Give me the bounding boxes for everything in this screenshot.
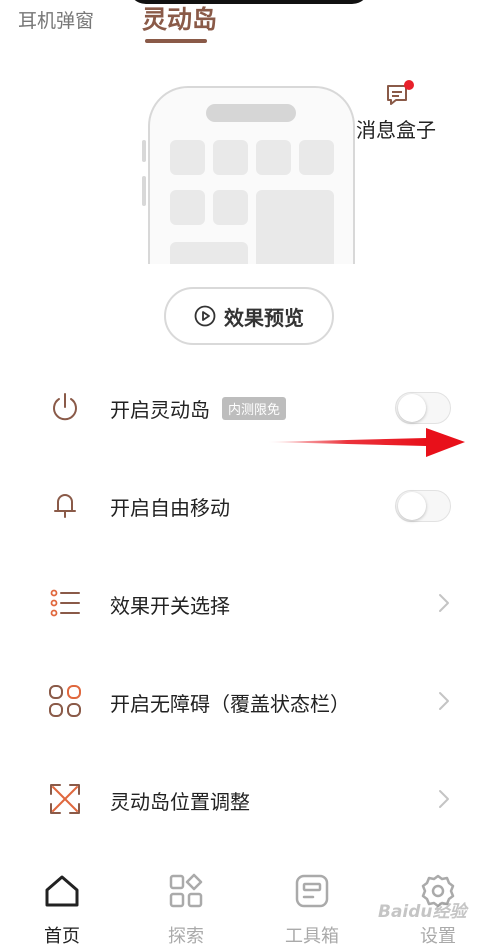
message-box-label: 消息盒子 <box>356 118 436 142</box>
setting-label: 开启无障碍（覆盖状态栏） <box>110 692 350 716</box>
widget-tile <box>170 242 248 264</box>
apps-grid-icon <box>49 685 81 717</box>
app-tile <box>213 190 248 225</box>
tab-dynamic-island[interactable]: 灵动岛 <box>142 0 217 36</box>
play-icon <box>194 305 216 327</box>
explore-icon <box>169 873 203 908</box>
phone-side-button <box>142 176 146 206</box>
nav-label: 工具箱 <box>285 926 339 947</box>
app-tile <box>170 190 205 225</box>
setting-row-effect-selection[interactable]: 效果开关选择 <box>0 568 500 638</box>
home-icon <box>45 875 79 907</box>
app-tile <box>213 140 248 175</box>
widget-tile <box>256 190 334 264</box>
chevron-right-icon <box>439 692 449 710</box>
dynamic-island-pill <box>206 104 296 122</box>
app-tile <box>256 140 291 175</box>
notification-dot <box>404 80 414 90</box>
top-tab-bar: 耳机弹窗 灵动岛 <box>0 0 500 50</box>
power-icon <box>53 393 77 421</box>
nav-label: 设置 <box>420 926 456 947</box>
nav-toolbox[interactable]: 工具箱 <box>272 870 352 947</box>
dynamic-island-toggle[interactable] <box>395 392 451 424</box>
toggle-knob <box>398 492 426 520</box>
gear-icon <box>421 874 455 908</box>
free-move-toggle[interactable] <box>395 490 451 522</box>
chevron-right-icon <box>439 790 449 808</box>
app-tile <box>299 140 334 175</box>
toolbox-icon <box>295 874 329 908</box>
setting-label: 灵动岛位置调整 <box>110 790 250 814</box>
nav-home[interactable]: 首页 <box>22 870 102 947</box>
phone-preview-illustration <box>148 86 355 264</box>
toggle-knob <box>398 394 426 422</box>
setting-label: 开启自由移动 <box>110 496 230 520</box>
message-box-button[interactable]: 消息盒子 <box>354 80 450 142</box>
effect-preview-label: 效果预览 <box>224 305 304 330</box>
tab-earphone-popup[interactable]: 耳机弹窗 <box>18 6 94 33</box>
annotation-arrow <box>268 428 465 457</box>
bottom-navigation: 首页 探索 工具箱 设置 <box>0 860 500 947</box>
chevron-right-icon <box>439 594 449 612</box>
setting-row-free-move: 开启自由移动 <box>0 470 500 540</box>
app-tile <box>170 140 205 175</box>
phone-side-button <box>142 140 146 162</box>
list-icon <box>50 589 80 617</box>
nav-explore[interactable]: 探索 <box>146 870 226 947</box>
bell-icon <box>54 494 76 518</box>
nav-label: 首页 <box>44 926 80 947</box>
setting-label: 开启灵动岛 内测限免 <box>110 394 287 423</box>
nav-label: 探索 <box>168 926 204 947</box>
expand-arrows-icon <box>50 784 80 814</box>
setting-row-accessibility[interactable]: 开启无障碍（覆盖状态栏） <box>0 666 500 736</box>
nav-settings[interactable]: 设置 <box>398 870 478 947</box>
setting-label: 效果开关选择 <box>110 594 230 618</box>
beta-free-badge: 内测限免 <box>222 397 287 420</box>
active-tab-indicator <box>145 39 207 43</box>
setting-row-position-adjust[interactable]: 灵动岛位置调整 <box>0 764 500 834</box>
effect-preview-button[interactable]: 效果预览 <box>164 287 334 345</box>
